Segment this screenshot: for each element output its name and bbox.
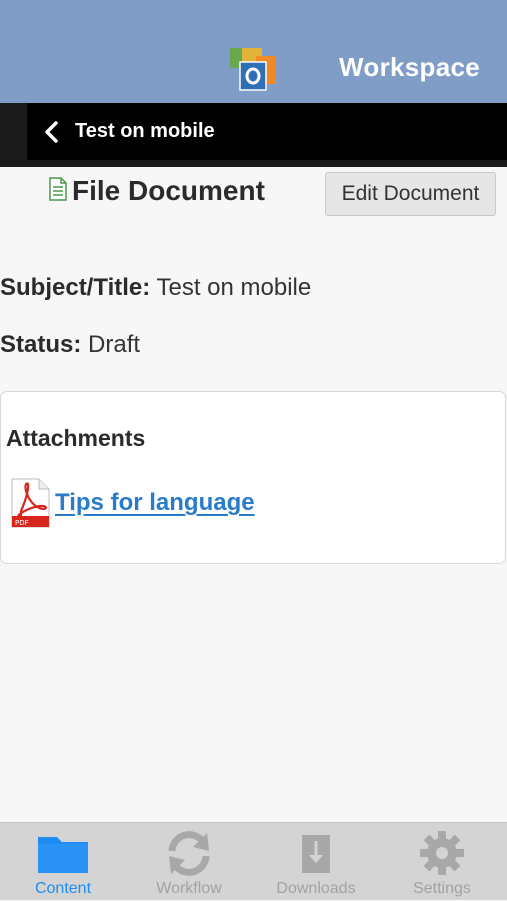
status-field: Status: Draft [0, 331, 140, 359]
status-value: Draft [88, 331, 141, 358]
app-header: Workspace [0, 0, 507, 103]
gear-icon[interactable] [416, 829, 468, 877]
attachments-heading: Attachments [6, 425, 146, 451]
tab-bar: Content Workflow Downloads Settings [0, 822, 507, 900]
status-label: Status: [0, 331, 82, 358]
outlook-logo-icon [230, 48, 276, 91]
pdf-file-icon[interactable]: PDF [9, 478, 51, 528]
attachment-link[interactable]: Tips for language [55, 489, 255, 517]
subject-field: Subject/Title: Test on mobile [0, 274, 311, 302]
document-icon [49, 177, 67, 201]
tab-label-workflow: Workflow [156, 880, 222, 897]
refresh-icon[interactable] [163, 829, 215, 877]
tab-workflow[interactable]: Workflow [126, 823, 252, 901]
navigation-bar: Test on mobile [0, 103, 507, 167]
page-title: File Document [72, 175, 265, 206]
document-header: File Document Edit Document [0, 167, 507, 227]
tab-settings[interactable]: Settings [379, 823, 505, 901]
nav-title: Test on mobile [75, 120, 215, 142]
svg-text:PDF: PDF [15, 519, 29, 527]
download-icon[interactable] [290, 829, 342, 877]
tab-label-downloads: Downloads [276, 880, 356, 897]
subject-label: Subject/Title: [0, 274, 151, 301]
tab-content[interactable]: Content [0, 823, 126, 901]
back-button[interactable]: Test on mobile [27, 103, 507, 160]
app-title: Workspace [339, 52, 480, 82]
tab-label-content: Content [34, 880, 92, 897]
subject-value: Test on mobile [156, 274, 312, 301]
chevron-left-icon[interactable] [43, 120, 59, 143]
tab-downloads[interactable]: Downloads [253, 823, 379, 901]
attachments-card: Attachments PDF Tips for language [0, 391, 506, 564]
edit-document-button[interactable]: Edit Document [325, 172, 496, 216]
attachment-item[interactable]: PDF Tips for language [9, 478, 255, 528]
tab-label-settings: Settings [413, 880, 471, 897]
folder-icon[interactable] [37, 829, 89, 877]
